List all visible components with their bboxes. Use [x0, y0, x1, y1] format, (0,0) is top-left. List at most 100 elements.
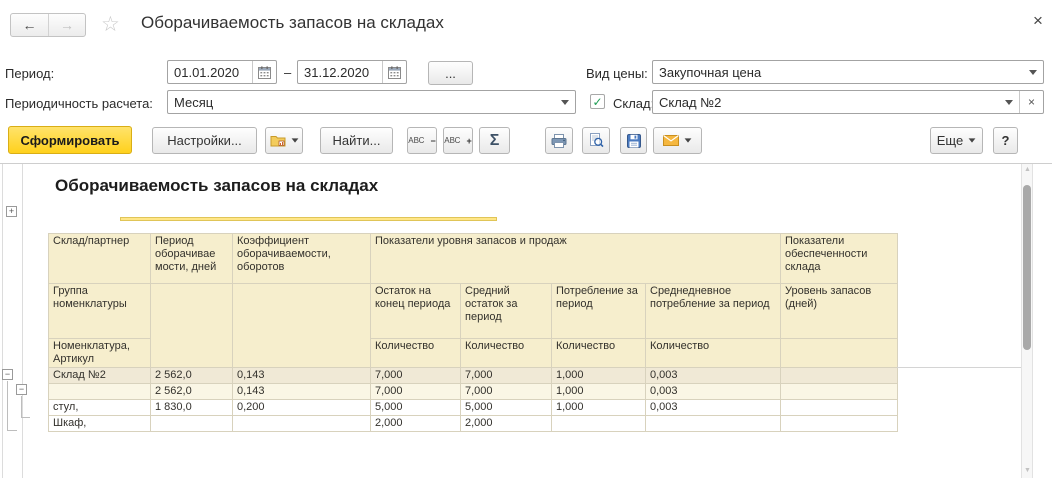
send-mail-button[interactable] — [653, 127, 702, 154]
table-cell[interactable] — [780, 415, 898, 432]
more-label: Еще — [936, 133, 964, 148]
row-name-cell[interactable]: стул, — [48, 399, 151, 416]
collapse-node-button[interactable]: − — [16, 384, 27, 395]
header-stock-level[interactable]: Уровень запасов (дней) — [780, 283, 898, 339]
chevron-down-icon — [1029, 69, 1037, 75]
row-name-cell[interactable]: Шкаф, — [48, 415, 151, 432]
print-button[interactable] — [545, 127, 573, 154]
header-quantity[interactable]: Количество — [460, 338, 552, 368]
row-name-cell[interactable] — [48, 383, 151, 400]
date-from-field[interactable]: 01.01.2020 — [167, 60, 277, 84]
table-cell[interactable] — [780, 367, 898, 384]
table-cell[interactable]: 0,003 — [645, 383, 781, 400]
scrollbar-thumb[interactable] — [1023, 185, 1031, 350]
collapse-groups-button[interactable]: АВС − — [407, 127, 437, 154]
table-cell[interactable] — [232, 415, 371, 432]
price-type-dropdown-button[interactable] — [1023, 61, 1043, 83]
more-button[interactable]: Еще — [930, 127, 983, 154]
date-to-calendar-button[interactable] — [382, 61, 406, 83]
save-button[interactable] — [620, 127, 647, 154]
tree-line — [21, 417, 30, 418]
header-quantity[interactable]: Количество — [551, 338, 646, 368]
table-cell[interactable]: 0,200 — [232, 399, 371, 416]
settings-button[interactable]: Настройки... — [152, 127, 257, 154]
date-to-field[interactable]: 31.12.2020 — [297, 60, 407, 84]
table-cell[interactable] — [780, 399, 898, 416]
scroll-up-icon[interactable]: ▲ — [1023, 166, 1032, 173]
table-cell[interactable]: 7,000 — [460, 367, 552, 384]
report-variants-button[interactable] — [265, 127, 303, 154]
table-cell[interactable]: 7,000 — [370, 383, 461, 400]
table-cell[interactable]: 2,000 — [370, 415, 461, 432]
period-more-button[interactable]: ... — [428, 61, 473, 85]
date-from-calendar-button[interactable] — [252, 61, 276, 83]
warehouse-clear-button[interactable]: × — [1019, 91, 1043, 113]
table-cell[interactable]: 2 562,0 — [150, 383, 233, 400]
collapse-node-button[interactable]: − — [2, 369, 13, 380]
header-quantity[interactable]: Количество — [370, 338, 461, 368]
header-empty-cell[interactable] — [232, 283, 371, 368]
header-nomenclature[interactable]: Номенклатура, Артикул — [48, 338, 151, 368]
period-label: Период: — [5, 66, 55, 81]
scroll-down-icon[interactable]: ▼ — [1023, 467, 1032, 474]
price-type-value: Закупочная цена — [659, 64, 762, 80]
header-empty-cell[interactable] — [150, 283, 233, 368]
table-cell[interactable]: 7,000 — [370, 367, 461, 384]
warehouse-combobox[interactable]: Склад №2 × — [652, 90, 1044, 114]
header-supply-group[interactable]: Показатели обеспеченности склада — [780, 233, 898, 284]
header-quantity[interactable]: Количество — [645, 338, 781, 368]
header-consumption[interactable]: Потребление за период — [551, 283, 646, 339]
price-type-combobox[interactable]: Закупочная цена — [652, 60, 1044, 84]
print-preview-button[interactable] — [582, 127, 610, 154]
header-turnover-period[interactable]: Период оборачивае мости, дней — [150, 233, 233, 284]
header-warehouse-partner[interactable]: Склад/партнер — [48, 233, 151, 284]
expand-groups-button[interactable]: АВС + — [443, 127, 473, 154]
help-button[interactable]: ? — [993, 127, 1018, 154]
folder-variants-icon — [270, 136, 285, 147]
table-cell[interactable]: 5,000 — [370, 399, 461, 416]
header-end-balance[interactable]: Остаток на конец периода — [370, 283, 461, 339]
table-cell[interactable]: 1 830,0 — [150, 399, 233, 416]
table-cell[interactable]: 0,003 — [645, 367, 781, 384]
sum-button[interactable]: Σ — [479, 127, 510, 154]
close-icon[interactable]: × — [1033, 11, 1043, 31]
row-name-cell[interactable]: Склад №2 — [48, 367, 151, 384]
table-cell[interactable]: 0,003 — [645, 399, 781, 416]
table-cell[interactable]: 2 562,0 — [150, 367, 233, 384]
table-cell[interactable] — [150, 415, 233, 432]
warehouse-dropdown-button[interactable] — [999, 91, 1019, 113]
warehouse-value: Склад №2 — [659, 94, 722, 110]
back-button[interactable]: ← — [11, 14, 48, 36]
header-nomenclature-group[interactable]: Группа номенклатуры — [48, 283, 151, 339]
table-cell[interactable] — [780, 383, 898, 400]
expand-node-button[interactable]: + — [6, 206, 17, 217]
table-cell[interactable]: 0,143 — [232, 367, 371, 384]
periodicity-dropdown-button[interactable] — [555, 91, 575, 113]
table-cell[interactable]: 2,000 — [460, 415, 552, 432]
table-cell[interactable]: 1,000 — [551, 399, 646, 416]
header-avg-balance[interactable]: Средний остаток за период — [460, 283, 552, 339]
warehouse-checkbox[interactable]: ✓ — [590, 94, 605, 109]
periodicity-combobox[interactable]: Месяц — [167, 90, 576, 114]
header-empty-cell[interactable] — [780, 338, 898, 368]
back-icon: ← — [22, 17, 37, 33]
date-to-value: 31.12.2020 — [304, 64, 370, 80]
table-row: Шкаф, 2,000 2,000 — [48, 415, 898, 432]
chevron-down-icon — [561, 99, 569, 105]
generate-button[interactable]: Сформировать — [8, 126, 132, 154]
table-cell[interactable]: 1,000 — [551, 367, 646, 384]
find-button[interactable]: Найти... — [320, 127, 393, 154]
settings-label: Настройки... — [167, 133, 242, 148]
header-daily-consumption[interactable]: Среднедневное потребление за период — [645, 283, 781, 339]
table-cell[interactable] — [645, 415, 781, 432]
table-cell[interactable] — [551, 415, 646, 432]
report-area-top-border — [0, 163, 1052, 164]
table-cell[interactable]: 0,143 — [232, 383, 371, 400]
header-turnover-ratio[interactable]: Коэффициент оборачиваемости, оборотов — [232, 233, 371, 284]
table-cell[interactable]: 1,000 — [551, 383, 646, 400]
forward-button[interactable]: → — [48, 14, 85, 36]
table-cell[interactable]: 5,000 — [460, 399, 552, 416]
favorite-star-icon[interactable]: ☆ — [101, 12, 120, 37]
table-cell[interactable]: 7,000 — [460, 383, 552, 400]
header-stock-sales-group[interactable]: Показатели уровня запасов и продаж — [370, 233, 781, 284]
